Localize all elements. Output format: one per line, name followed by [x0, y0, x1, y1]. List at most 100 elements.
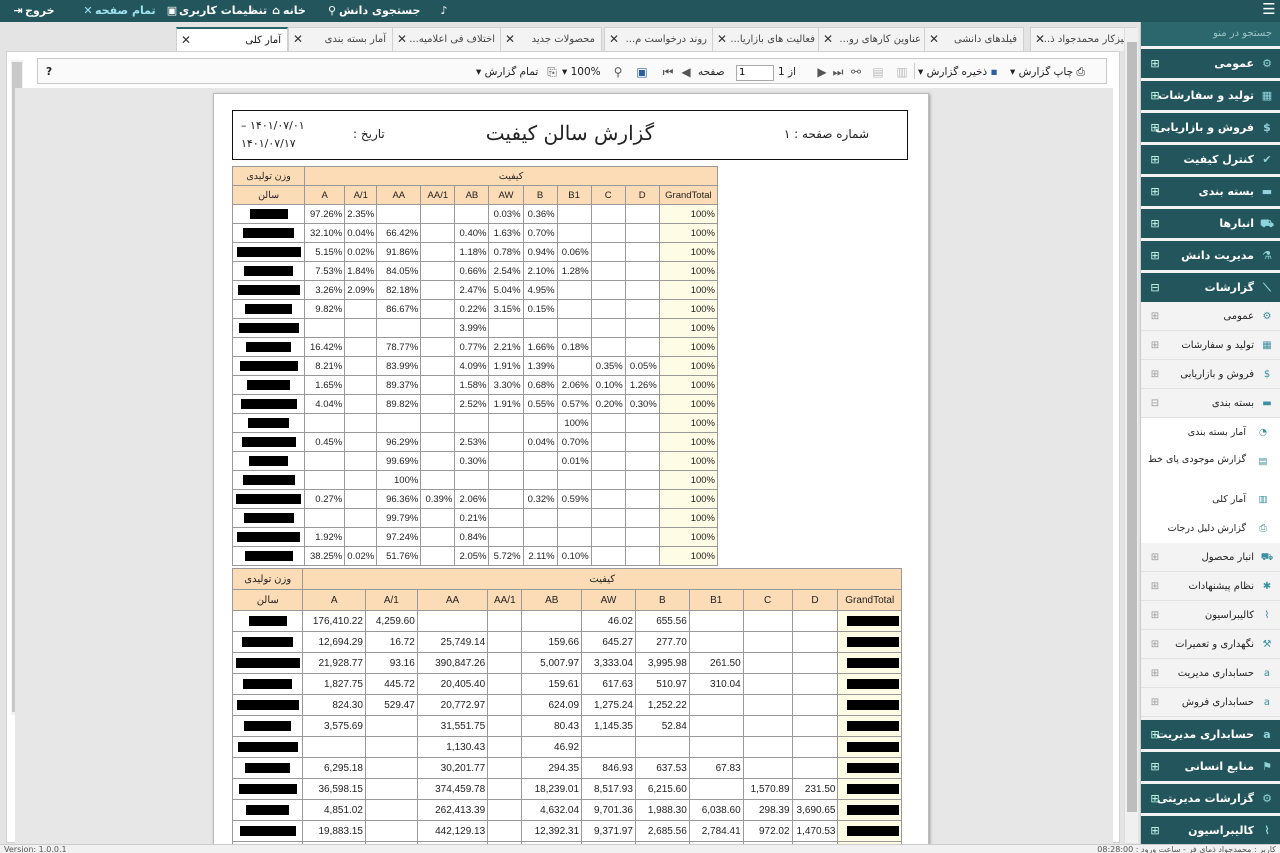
sidebar-item[interactable]: ▬ بسته بندی ⊞ — [1141, 177, 1280, 206]
save-report-dropdown[interactable]: ▾ ذخیره گزارش ▪ — [918, 63, 998, 81]
last-page-icon[interactable]: ⏭ — [830, 63, 846, 81]
sidebar-item[interactable]: ⌇ کالیبراسیون ⊞ — [1141, 601, 1280, 630]
page-number-field[interactable] — [736, 63, 774, 81]
page-scrollbar[interactable] — [1124, 28, 1138, 843]
scrollbar-thumb[interactable] — [1127, 42, 1137, 812]
expand-icon[interactable]: ⊞ — [1149, 49, 1161, 78]
notifications-button[interactable]: ♪ — [434, 3, 451, 19]
close-icon[interactable]: ✕ — [717, 28, 727, 51]
tab-3[interactable]: محصولات جدید ✕ — [500, 27, 602, 51]
print-report-dropdown[interactable]: ▾ چاپ گزارش ⎙ — [1010, 63, 1085, 81]
sidebar-item[interactable]: ⚒ نگهداری و تعمیرات ⊞ — [1141, 630, 1280, 659]
knowledge-search-button[interactable]: جستجوی دانش⚲ — [322, 3, 420, 19]
table-cell — [488, 489, 524, 509]
expand-icon[interactable]: ⊞ — [1149, 720, 1161, 749]
page-view-icon[interactable]: ⎘ — [544, 63, 560, 81]
expand-icon[interactable]: ⊞ — [1149, 659, 1161, 688]
close-icon[interactable]: ✕ — [1035, 28, 1045, 51]
expand-icon[interactable]: ⊞ — [1149, 302, 1161, 331]
sidebar-item[interactable]: ▦ تولید و سفارشات ⊞ — [1141, 331, 1280, 360]
sidebar-item[interactable]: ✔ کنترل کیفیت ⊞ — [1141, 145, 1280, 174]
sidebar-item[interactable]: $ فروش و بازاریابی ⊞ — [1141, 360, 1280, 389]
table-cell: 6,038.60 — [688, 799, 744, 821]
close-icon[interactable]: ✕ — [823, 28, 833, 51]
tab-7[interactable]: فیلدهای دانشی ✕ — [924, 27, 1024, 51]
close-icon[interactable]: ✕ — [293, 28, 303, 51]
sidebar-item[interactable]: ⚙ گزارشات مدیریتی ⊞ — [1141, 784, 1280, 813]
table-row: 19,883.15 442,129.13 12,392.31 9,371.97 2,68… — [231, 820, 902, 842]
prev-page-icon[interactable]: ◀ — [678, 63, 694, 81]
sidebar-item[interactable]: ⟋ گزارشات ⊟ — [1141, 273, 1280, 302]
next-page-icon[interactable]: ▶ — [814, 63, 830, 81]
sidebar-item[interactable]: ▦ تولید و سفارشات ⊞ — [1141, 81, 1280, 110]
close-icon[interactable]: ✕ — [397, 28, 407, 51]
help-button[interactable]: ? — [46, 63, 52, 81]
expand-icon[interactable]: ⊞ — [1149, 177, 1161, 206]
close-icon[interactable]: ✕ — [505, 28, 515, 51]
sidebar-item[interactable]: ⛟ انبار محصول ⊞ — [1141, 543, 1280, 572]
user-settings-button[interactable]: تنظیمات کاربری▣ — [162, 3, 267, 19]
zoom-icon[interactable]: ⚲ — [610, 63, 626, 81]
expand-icon[interactable]: ⊞ — [1149, 209, 1161, 238]
close-icon[interactable]: ✕ — [929, 28, 939, 51]
sidebar-search-input[interactable]: جستجو در منو — [1141, 22, 1280, 46]
expand-icon[interactable]: ⊞ — [1149, 601, 1161, 630]
expand-icon[interactable]: ⊞ — [1149, 81, 1161, 110]
sidebar-item[interactable]: ⚙ عمومی ⊞ — [1141, 302, 1280, 331]
tab-2[interactable]: اختلاف فی اعلامیه... ✕ — [392, 27, 502, 51]
redacted-hall-name — [231, 356, 306, 376]
expand-icon[interactable]: ⊞ — [1149, 572, 1161, 601]
expand-icon[interactable]: ⊞ — [1149, 543, 1161, 572]
table-cell: 1.26% — [624, 375, 660, 395]
sidebar-item[interactable]: ⌇ کالیبراسیون ⊞ — [1141, 816, 1280, 844]
hamburger-icon[interactable]: ☰ — [1262, 2, 1276, 18]
tab-4[interactable]: روند درخواست م... ✕ — [604, 27, 714, 51]
sidebar-item[interactable]: ⚑ منابع انسانی ⊞ — [1141, 752, 1280, 781]
expand-icon[interactable]: ⊟ — [1149, 389, 1161, 418]
sidebar-item[interactable]: ▥ آمار کلی — [1141, 485, 1280, 514]
tab-0[interactable]: آمار کلی ✕ — [176, 27, 288, 52]
expand-icon[interactable]: ⊞ — [1149, 145, 1161, 174]
sidebar-item[interactable]: ▤ گزارش موجودی پای خط — [1141, 447, 1280, 485]
sidebar-item[interactable]: ▬ بسته بندی ⊟ — [1141, 389, 1280, 418]
close-icon[interactable]: ✕ — [181, 29, 191, 52]
sidebar-item[interactable]: ⛟ انبارها ⊞ — [1141, 209, 1280, 238]
sidebar-item[interactable]: ✱ نظام پیشنهادات ⊞ — [1141, 572, 1280, 601]
knowledge-search-label: جستجوی دانش — [339, 4, 421, 17]
sidebar-item[interactable]: ⎙ گزارش دلیل درجات — [1141, 514, 1280, 543]
first-page-icon[interactable]: ⏮ — [660, 63, 676, 81]
expand-icon[interactable]: ⊞ — [1149, 241, 1161, 270]
expand-icon[interactable]: ⊞ — [1149, 688, 1161, 717]
expand-icon[interactable]: ⊞ — [1149, 360, 1161, 389]
sidebar-item[interactable]: ⚗ مدیریت دانش ⊞ — [1141, 241, 1280, 270]
expand-icon[interactable]: ⊞ — [1149, 630, 1161, 659]
tab-5[interactable]: فعالیت های بازاریا... ✕ — [712, 27, 822, 51]
tab-1[interactable]: آمار بسته بندی ✕ — [288, 27, 393, 51]
sidebar-item[interactable]: a حسابداری فروش ⊞ — [1141, 688, 1280, 717]
exit-button[interactable]: خروج⇥ — [8, 3, 54, 19]
binoculars-icon[interactable]: ⚯ — [848, 63, 864, 81]
fullreport-dropdown[interactable]: ▾ تمام گزارش — [476, 63, 538, 81]
tab-8[interactable]: میزکار محمدجواد ذ... ✕ — [1030, 27, 1136, 51]
page-number-input[interactable] — [736, 64, 774, 81]
close-icon[interactable]: ✕ — [609, 28, 619, 51]
sidebar-item[interactable]: ◔ آمار بسته بندی — [1141, 418, 1280, 447]
sidebar-item[interactable]: a حسابداری مدیریت ⊞ — [1141, 720, 1280, 749]
expand-icon[interactable]: ⊞ — [1149, 784, 1161, 813]
expand-icon[interactable]: ⊞ — [1149, 816, 1161, 844]
home-button[interactable]: خانه⌂ — [266, 3, 306, 19]
expand-icon[interactable]: ⊞ — [1149, 331, 1161, 360]
sidebar-item[interactable]: $ فروش و بازاریابی ⊞ — [1141, 113, 1280, 142]
document-icon[interactable]: ▥ — [894, 63, 910, 81]
fullscreen-button[interactable]: تمام صفحه✕ — [78, 3, 155, 19]
expand-icon[interactable]: ⊞ — [1149, 752, 1161, 781]
sidebar-item[interactable]: ⚙ عمومی ⊞ — [1141, 49, 1280, 78]
expand-icon[interactable]: ⊟ — [1149, 273, 1161, 302]
tab-6[interactable]: عناوین کارهای رو... ✕ — [818, 27, 928, 51]
table-row: 0.45% 96.29% 2.53% 0.04% 0.70% 100% — [231, 432, 719, 452]
zoom-dropdown[interactable]: ▾ 100% — [562, 63, 601, 81]
clipboard-icon[interactable]: ▤ — [870, 63, 886, 81]
sidebar-item[interactable]: a حسابداری مدیریت ⊞ — [1141, 659, 1280, 688]
page-setup-icon[interactable]: ▣ — [634, 63, 650, 81]
expand-icon[interactable]: ⊞ — [1149, 113, 1161, 142]
